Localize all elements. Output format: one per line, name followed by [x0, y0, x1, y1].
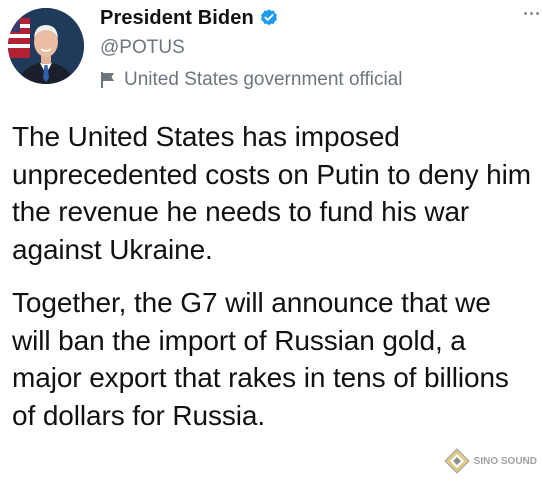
tweet-body: The United States has imposed unpreceden… — [12, 118, 536, 434]
watermark: SINO SOUND — [443, 447, 537, 475]
more-options-icon[interactable] — [524, 12, 539, 15]
watermark-text: SINO SOUND — [473, 455, 537, 467]
name-row: President Biden — [100, 6, 533, 30]
handle[interactable]: @POTUS — [100, 36, 533, 60]
tweet-card: President Biden @POTUS United States gov… — [0, 0, 543, 487]
tweet-header: President Biden @POTUS United States gov… — [100, 6, 533, 92]
watermark-logo-icon — [443, 448, 470, 474]
flag-icon — [100, 71, 116, 89]
avatar[interactable] — [8, 8, 84, 84]
avatar-photo — [8, 8, 84, 84]
display-name[interactable]: President Biden — [100, 7, 254, 30]
tweet-paragraph: The United States has imposed unpreceden… — [12, 121, 532, 265]
government-label[interactable]: United States government official — [100, 68, 533, 92]
label-text: United States government official — [124, 69, 403, 90]
tweet-paragraph: Together, the G7 will announce that we w… — [12, 287, 509, 431]
verified-badge-icon — [259, 8, 279, 28]
